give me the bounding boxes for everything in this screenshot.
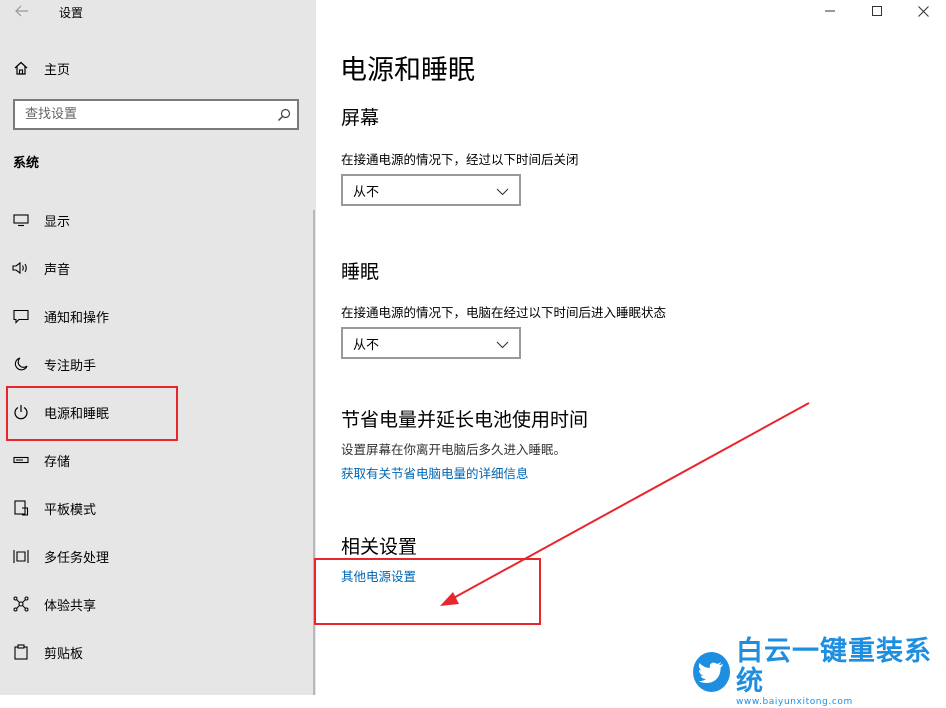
sleep-description: 在接通电源的情况下，电脑在经过以下时间后进入睡眠状态 <box>341 305 667 320</box>
battery-heading: 节省电量并延长电池使用时间 <box>341 409 589 431</box>
dropdown-value: 从不 <box>353 184 380 200</box>
screen-description: 在接通电源的情况下，经过以下时间后关闭 <box>341 152 579 167</box>
sidebar-item-label: 体验共享 <box>44 598 97 614</box>
page-title: 电源和睡眠 <box>340 55 475 86</box>
sidebar-item-label: 主页 <box>44 62 71 78</box>
watermark: 白云一键重装系统 www.baiyunxitong.com <box>693 636 943 707</box>
sidebar-item-focus-assist[interactable]: 专注助手 <box>10 351 300 377</box>
watermark-text: 白云一键重装系统 www.baiyunxitong.com <box>735 635 943 708</box>
search-box <box>13 99 299 130</box>
sidebar-item-label: 通知和操作 <box>44 310 110 326</box>
sleep-timeout-dropdown[interactable]: 从不 <box>341 327 521 359</box>
sidebar-item-storage[interactable]: 存储 <box>10 447 300 473</box>
storage-icon <box>10 456 32 464</box>
sidebar: 设置 主页 系统 显示 声音 通知和操作 专注助手 <box>0 0 316 695</box>
sidebar-item-shared-experiences[interactable]: 体验共享 <box>10 591 300 617</box>
sidebar-item-sound[interactable]: 声音 <box>10 255 300 281</box>
watermark-url: www.baiyunxitong.com <box>735 696 853 707</box>
notification-icon <box>10 309 32 324</box>
speaker-icon <box>10 261 32 275</box>
search-input[interactable] <box>15 106 271 123</box>
battery-info-link[interactable]: 获取有关节省电脑电量的详细信息 <box>341 463 529 482</box>
sidebar-item-display[interactable]: 显示 <box>10 207 300 233</box>
screen-heading: 屏幕 <box>341 107 380 129</box>
home-icon <box>10 60 32 76</box>
sidebar-item-home[interactable]: 主页 <box>10 56 300 80</box>
sidebar-item-label: 显示 <box>44 214 71 230</box>
search-icon[interactable] <box>271 108 297 122</box>
sidebar-item-multitasking[interactable]: 多任务处理 <box>10 543 300 569</box>
section-title: 系统 <box>13 156 40 171</box>
battery-description: 设置屏幕在你离开电脑后多久进入睡眠。 <box>341 442 567 457</box>
chevron-down-icon <box>496 334 509 353</box>
tablet-icon <box>10 500 32 516</box>
dropdown-value: 从不 <box>353 337 380 353</box>
chevron-down-icon <box>496 181 509 200</box>
sidebar-item-tablet-mode[interactable]: 平板模式 <box>10 495 300 521</box>
back-arrow-icon[interactable] <box>12 2 32 22</box>
annotation-highlight-box <box>314 558 541 625</box>
maximize-icon[interactable] <box>866 3 888 19</box>
screen-timeout-dropdown[interactable]: 从不 <box>341 174 521 206</box>
sidebar-item-label: 多任务处理 <box>44 550 110 566</box>
display-icon <box>10 213 32 227</box>
related-settings-heading: 相关设置 <box>341 536 418 558</box>
sidebar-item-label: 声音 <box>44 262 71 278</box>
sleep-heading: 睡眠 <box>341 261 380 283</box>
moon-icon <box>10 357 32 371</box>
share-icon <box>10 596 32 612</box>
close-icon[interactable] <box>912 3 934 19</box>
sidebar-item-label: 存储 <box>44 454 71 470</box>
sidebar-item-label: 专注助手 <box>44 358 97 374</box>
sidebar-item-notifications[interactable]: 通知和操作 <box>10 303 300 329</box>
sidebar-item-clipboard[interactable]: 剪贴板 <box>10 639 300 665</box>
annotation-highlight-box <box>6 386 178 441</box>
app-title: 设置 <box>59 6 84 20</box>
sidebar-item-label: 平板模式 <box>44 502 97 518</box>
bird-logo-icon <box>693 652 730 692</box>
minimize-icon[interactable] <box>819 3 841 19</box>
multitask-icon <box>10 549 32 564</box>
watermark-title: 白云一键重装系统 <box>735 635 932 697</box>
sidebar-item-label: 剪贴板 <box>44 646 84 662</box>
clipboard-icon <box>10 644 32 660</box>
